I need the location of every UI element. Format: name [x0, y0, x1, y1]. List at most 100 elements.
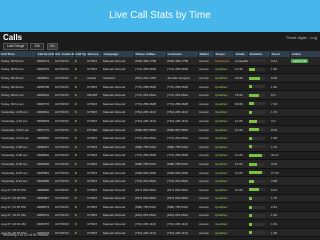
- call-id-cell[interactable]: #468376: [36, 65, 54, 75]
- call-id-cell[interactable]: #468787: [36, 219, 54, 229]
- action-cell[interactable]: [290, 159, 320, 169]
- action-cell[interactable]: [290, 125, 320, 135]
- call-id-cell[interactable]: #468899: [36, 159, 54, 169]
- call-id-cell[interactable]: #468874: [36, 202, 54, 212]
- play-icon[interactable]: [75, 128, 77, 131]
- play-icon[interactable]: [75, 76, 77, 79]
- action-cell[interactable]: [290, 202, 320, 212]
- play-icon[interactable]: [75, 154, 77, 157]
- call-type-cell[interactable]: [74, 185, 86, 195]
- call-id-cell[interactable]: #468821: [36, 108, 54, 118]
- call-type-cell[interactable]: [74, 228, 86, 238]
- action-cell[interactable]: [290, 82, 320, 92]
- call-type-cell[interactable]: [74, 194, 86, 204]
- action-cell[interactable]: [290, 116, 320, 126]
- action-cell[interactable]: Label Call: [290, 57, 320, 66]
- play-icon[interactable]: [75, 94, 77, 97]
- header-links[interactable]: Three digits · Log: [286, 35, 317, 40]
- action-cell[interactable]: [290, 133, 320, 143]
- action-cell[interactable]: [290, 151, 320, 161]
- play-icon[interactable]: [75, 119, 77, 122]
- table-row[interactable]: Yesterday, 10:22 am #468892 AUTOIVD CITRIX M…: [0, 133, 320, 143]
- play-icon[interactable]: [75, 85, 77, 88]
- table-row[interactable]: Yesterday, 9:48 am #468927 AUTOIVD CITRIX Ma…: [0, 142, 320, 152]
- play-icon[interactable]: [75, 59, 77, 62]
- call-id-cell[interactable]: #465881: [36, 168, 54, 178]
- play-icon[interactable]: [75, 111, 77, 114]
- call-id-cell[interactable]: #468374: [36, 57, 54, 66]
- table-row[interactable]: Aug 27, 01:52 PM #468874 AUTOIVD CITRIX Manu…: [0, 202, 320, 212]
- table-row[interactable]: Yesterday, 4:45 pm #468821 AUTOIVD CITRIX Ma…: [0, 108, 320, 118]
- table-row[interactable]: Aug 27, 09:01 AM #468787 AUTOIVD CITRIX Manu…: [0, 219, 320, 229]
- table-row[interactable]: Aug 27, 10:27 AM #468791 AUTOIVD CITRIX Manu…: [0, 211, 320, 221]
- play-icon[interactable]: [75, 197, 77, 200]
- action-cell[interactable]: [290, 211, 320, 221]
- table-row[interactable]: Aug 27, 05:07 PM #468886 AUTOIVD CITRIX Manu…: [0, 185, 320, 195]
- call-id-cell[interactable]: #468885: [36, 176, 54, 186]
- table-row[interactable]: Yesterday, 4:22 pm #468819 AUTOIVD CITRIX Ma…: [0, 116, 320, 126]
- play-icon[interactable]: [75, 102, 77, 105]
- go-button[interactable]: Go: [47, 43, 58, 50]
- play-icon[interactable]: [75, 171, 77, 174]
- call-type-cell[interactable]: [74, 176, 86, 186]
- table-row[interactable]: Today, 09:14 am #468772 AUTOIVD CITRIX Manua…: [0, 99, 320, 109]
- table-row[interactable]: Today, 09:53 am #468376 AUTOIVD CITRIX Manua…: [0, 65, 320, 75]
- play-icon[interactable]: [75, 205, 77, 208]
- view-select[interactable]: Last Range: [3, 43, 29, 50]
- call-id-cell[interactable]: #457175: [36, 125, 54, 135]
- table-row[interactable]: Today, 09:46 am #468831 AUTOIVD AGILE Verban…: [0, 73, 320, 83]
- call-type-cell[interactable]: [74, 133, 86, 143]
- table-row[interactable]: Today, 09:21 am #468916 AUTOIVD INFINIT Manu…: [0, 90, 320, 100]
- call-type-cell[interactable]: [74, 202, 86, 212]
- table-row[interactable]: Aug 27, 04:28 PM #468887 AUTOIVD CITRIX Manu…: [0, 194, 320, 204]
- call-type-cell[interactable]: [74, 125, 86, 135]
- action-cell[interactable]: [290, 168, 320, 178]
- call-type-cell[interactable]: [74, 116, 86, 126]
- call-type-cell[interactable]: [74, 151, 86, 161]
- play-icon[interactable]: [75, 68, 77, 71]
- action-cell[interactable]: [290, 73, 320, 83]
- range-select[interactable]: 24h: [30, 43, 45, 50]
- action-cell[interactable]: [290, 176, 320, 186]
- table-row[interactable]: Yesterday, 10:27 am #457175 AUTOIVD PITNEL M…: [0, 125, 320, 135]
- action-cell[interactable]: [290, 185, 320, 195]
- play-icon[interactable]: [75, 214, 77, 217]
- view-filter[interactable]: Last Range 24h: [3, 43, 45, 50]
- call-type-cell[interactable]: [74, 65, 86, 75]
- action-cell[interactable]: [290, 99, 320, 109]
- table-row[interactable]: Yesterday, 8:45 am #465881 AUTOIVD CITRIX Ma…: [0, 168, 320, 178]
- call-type-cell[interactable]: [74, 99, 86, 109]
- play-icon[interactable]: [75, 145, 77, 148]
- call-type-cell[interactable]: [74, 82, 86, 92]
- call-id-cell[interactable]: #468772: [36, 99, 54, 109]
- table-row[interactable]: Yesterday, 9:02 am #468899 AUTOIVD CITRIX Ma…: [0, 159, 320, 169]
- play-icon[interactable]: [75, 231, 77, 234]
- label-call-button[interactable]: Label Call: [291, 58, 309, 63]
- call-id-cell[interactable]: #468902: [36, 151, 54, 161]
- call-id-cell[interactable]: #468916: [36, 90, 54, 100]
- table-row[interactable]: Today, 09:55 am #468374 AUTOIVD CITRIX Manua…: [0, 57, 320, 66]
- call-id-cell[interactable]: #468791: [36, 211, 54, 221]
- call-type-cell[interactable]: [74, 142, 86, 152]
- call-id-cell[interactable]: #468886: [36, 185, 54, 195]
- action-cell[interactable]: [290, 108, 320, 118]
- play-icon[interactable]: [75, 188, 77, 191]
- action-cell[interactable]: [290, 65, 320, 75]
- call-id-cell[interactable]: #468887: [36, 194, 54, 204]
- action-cell[interactable]: [290, 90, 320, 100]
- action-cell[interactable]: [290, 142, 320, 152]
- call-type-cell[interactable]: [74, 73, 86, 83]
- action-cell[interactable]: [290, 228, 320, 238]
- play-icon[interactable]: [75, 180, 77, 183]
- call-type-cell[interactable]: [74, 57, 86, 66]
- call-id-cell[interactable]: #468831: [36, 73, 54, 83]
- table-row[interactable]: Yesterday, 8:16 am #468885 AUTOIVD CITRIX Ma…: [0, 176, 320, 186]
- action-cell[interactable]: [290, 219, 320, 229]
- call-type-cell[interactable]: [74, 90, 86, 100]
- call-id-cell[interactable]: #468927: [36, 142, 54, 152]
- call-id-cell[interactable]: #468788: [36, 82, 54, 92]
- call-type-cell[interactable]: [74, 159, 86, 169]
- play-icon[interactable]: [75, 162, 77, 165]
- action-cell[interactable]: [290, 194, 320, 204]
- call-type-cell[interactable]: [74, 168, 86, 178]
